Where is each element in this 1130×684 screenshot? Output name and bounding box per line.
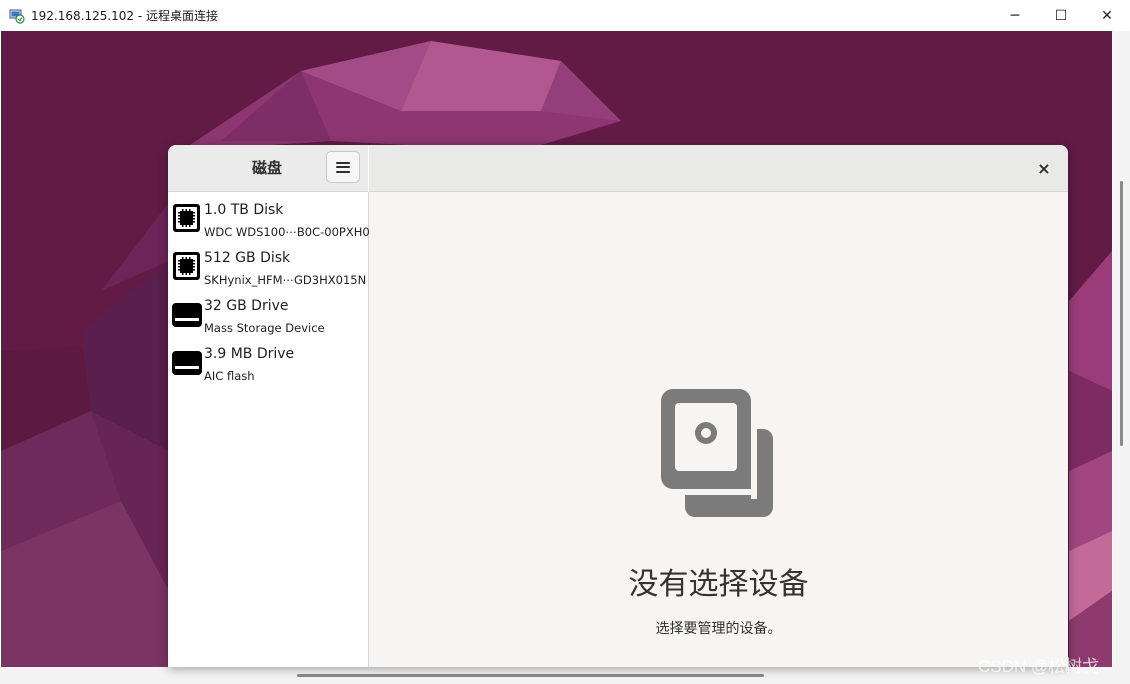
horizontal-scroll-thumb[interactable] <box>297 674 764 677</box>
removable-drive-icon <box>171 298 202 330</box>
remote-desktop-icon <box>9 8 25 24</box>
drive-model: SKHynix_HFM⋯GD3HX015N <box>204 273 367 287</box>
drive-model: Mass Storage Device <box>204 321 325 335</box>
chip-disk-icon <box>171 202 202 234</box>
horizontal-scrollbar[interactable] <box>0 667 1130 684</box>
chip-disk-icon <box>171 250 202 282</box>
drive-name: 3.9 MB Drive <box>204 346 295 362</box>
close-window-button[interactable]: ✕ <box>1084 0 1130 31</box>
rdp-title-bar: 192.168.125.102 - 远程桌面连接 ─ ☐ ✕ <box>0 0 1130 32</box>
drive-list: 1.0 TB Disk WDC WDS100⋯B0C-00PXH0 512 GB… <box>168 192 370 667</box>
content-header: × <box>369 145 1068 192</box>
removable-drive-icon <box>171 346 202 378</box>
drive-item-1tb-disk[interactable]: 1.0 TB Disk WDC WDS100⋯B0C-00PXH0 <box>168 196 370 244</box>
menu-button[interactable] <box>326 151 360 183</box>
empty-state-panel: 没有选择设备 选择要管理的设备。 <box>369 192 1068 667</box>
maximize-button[interactable]: ☐ <box>1038 0 1084 31</box>
vertical-scroll-thumb[interactable] <box>1120 181 1123 446</box>
window-title: 192.168.125.102 - 远程桌面连接 <box>31 9 219 23</box>
drive-name: 1.0 TB Disk <box>204 202 284 218</box>
drive-name: 512 GB Disk <box>204 250 291 266</box>
empty-state-title: 没有选择设备 <box>628 567 809 602</box>
watermark: CSDN @松树戈 <box>978 657 1100 676</box>
hamburger-menu-icon <box>336 161 350 173</box>
drive-model: WDC WDS100⋯B0C-00PXH0 <box>204 225 370 239</box>
drive-name: 32 GB Drive <box>204 298 289 314</box>
vertical-scrollbar[interactable] <box>1113 31 1130 667</box>
drive-multiple-icon <box>661 389 775 519</box>
drive-item-32gb-drive[interactable]: 32 GB Drive Mass Storage Device <box>168 292 368 340</box>
drive-model: AIC flash <box>204 369 255 383</box>
close-button[interactable]: × <box>1032 156 1056 180</box>
drive-item-512gb-disk[interactable]: 512 GB Disk SKHynix_HFM⋯GD3HX015N <box>168 244 368 292</box>
empty-state-subtitle: 选择要管理的设备。 <box>655 621 782 637</box>
disks-window: 磁盘 × 1.0 TB Disk WDC WDS100⋯B0C-00PXH0 5… <box>168 145 1068 667</box>
sidebar-header: 磁盘 <box>168 145 368 192</box>
drive-item-3-9mb-drive[interactable]: 3.9 MB Drive AIC flash <box>168 340 368 388</box>
minimize-button[interactable]: ─ <box>992 0 1038 31</box>
